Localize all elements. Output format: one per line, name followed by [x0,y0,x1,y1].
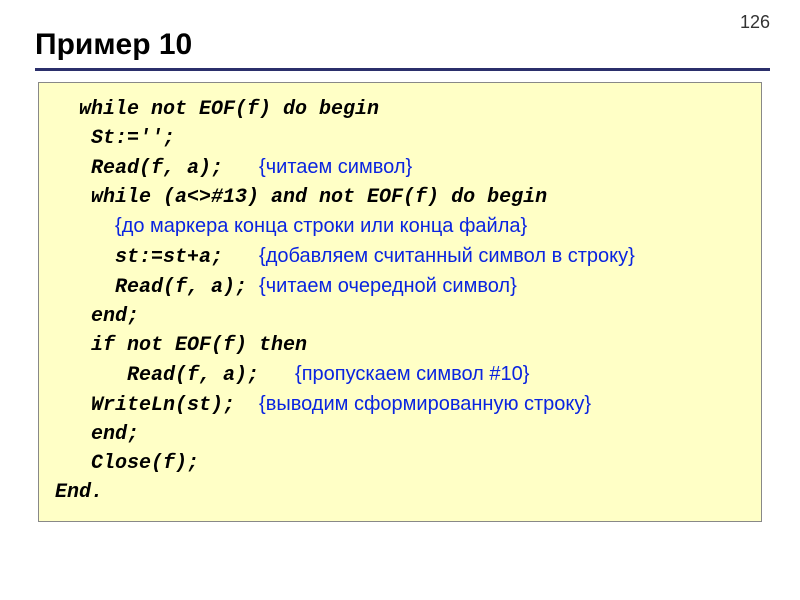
comment-5: {до маркера конца строки или конца файла… [115,215,527,237]
comment-6: {добавляем считанный символ в строку} [259,245,635,267]
code-line-2: St:=''; [55,127,175,150]
code-line-11: WriteLn(st); [55,394,259,417]
slide-title: Пример 10 [35,28,192,62]
indent-5 [55,216,115,239]
comment-10: {пропускаем символ #10} [295,363,529,385]
code-line-4: while (a<>#13) and not EOF(f) do begin [55,186,547,209]
code-line-7: Read(f, a); [55,276,259,299]
title-underline [35,68,770,71]
comment-3: {читаем символ} [259,156,412,178]
comment-7: {читаем очередной символ} [259,275,517,297]
code-line-1: while not EOF(f) do begin [55,98,379,121]
code-line-13: Close(f); [55,452,199,475]
code-line-3: Read(f, a); [55,157,259,180]
code-line-10: Read(f, a); [55,364,295,387]
code-line-12: end; [55,423,139,446]
page-number: 126 [740,12,770,33]
code-block: while not EOF(f) do begin St:=''; Read(f… [38,82,762,522]
code-line-8: end; [55,305,139,328]
code-line-6: st:=st+a; [55,246,259,269]
code-line-9: if not EOF(f) then [55,334,307,357]
code-line-14: End. [55,481,103,504]
comment-11: {выводим сформированную строку} [259,393,591,415]
